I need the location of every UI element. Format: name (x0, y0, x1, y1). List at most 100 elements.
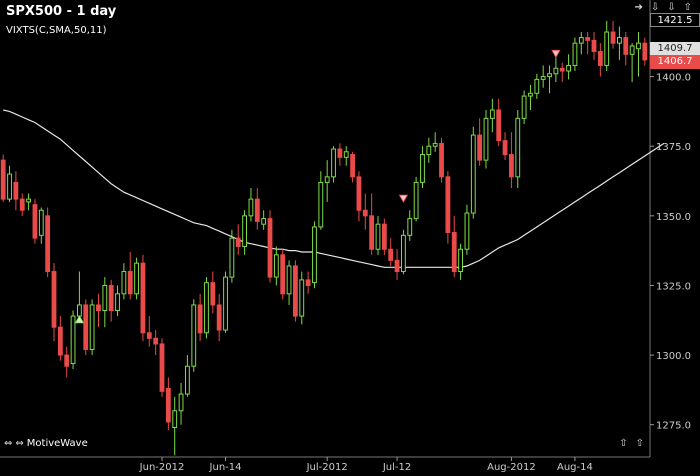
candle-body (521, 95, 527, 119)
price-chart[interactable]: 1275.0 1300.0 1325.0 1350.0 1375.0 1400.0 Jun-… (0, 0, 700, 476)
candle-body (146, 332, 152, 339)
candle-body (305, 279, 311, 286)
x-tick-label: Aug-14 (557, 462, 593, 473)
brand-label: MotiveWave (26, 438, 88, 449)
candle-body (515, 117, 521, 178)
candle-body (13, 181, 19, 200)
candle-body (108, 284, 114, 312)
y-tick-label: 1325.0 (656, 281, 691, 292)
y-tick-label: 1300.0 (656, 351, 691, 362)
candle-body (369, 215, 375, 250)
candle-body (197, 304, 203, 334)
candle-body (362, 209, 368, 217)
candle-body (578, 37, 584, 44)
candle-body (140, 262, 146, 334)
candle-body (458, 248, 463, 273)
candle-body (165, 387, 171, 423)
x-tick-label: Jul-12 (382, 462, 411, 473)
candle-body (394, 259, 400, 273)
candle-body (483, 117, 489, 161)
candle-body (210, 282, 216, 306)
candle-body (540, 76, 546, 80)
candle-body (432, 142, 438, 147)
candle-body (267, 218, 273, 278)
bottom-nav: ⇧ ⇧ (619, 438, 644, 449)
candle-body (489, 109, 495, 119)
candle-body (426, 145, 432, 156)
buy-signal-marker (74, 315, 85, 324)
candle-body (413, 181, 419, 220)
candle-body (629, 45, 635, 55)
candle-body (83, 304, 89, 351)
high-price-tag: 1421.5 (650, 13, 700, 27)
candle-body (280, 254, 286, 295)
candle-body (604, 31, 610, 66)
candle-body (242, 215, 247, 247)
scroll-down-alt-icon[interactable]: ⇩ (667, 2, 675, 13)
y-tick-label: 1275.0 (656, 421, 691, 432)
sma-line (3, 109, 665, 268)
candle-body (273, 254, 279, 278)
candle-body (585, 37, 591, 41)
candle-body (559, 67, 565, 72)
candle-body (451, 232, 457, 273)
candle-body (356, 176, 362, 211)
brand-bar: ⇔ ⇔ MotiveWave (4, 438, 88, 449)
x-tick-label: Jun-2012 (139, 462, 185, 473)
candle-body (121, 271, 127, 295)
candle-body (89, 304, 95, 351)
y-tick-label: 1350.0 (656, 212, 691, 223)
double-arrow-right-icon[interactable]: ⇔ (15, 438, 23, 449)
candle-body (159, 343, 165, 392)
candle-body (312, 226, 317, 284)
candle-body (509, 154, 514, 178)
candle-body (77, 304, 82, 317)
candle-body (235, 237, 241, 247)
mid-price-tag: 1409.7 (650, 42, 700, 56)
scroll-up-icon[interactable]: ⇧ (684, 2, 692, 13)
candle-body (331, 148, 336, 178)
candle-body (617, 37, 622, 44)
candle-body (299, 279, 305, 317)
candle-body (191, 304, 197, 367)
candle-body (401, 234, 406, 273)
candle-body (172, 410, 178, 428)
candle-body (178, 393, 184, 412)
candle-body (223, 276, 228, 331)
candle-body (324, 176, 330, 183)
candle-body (45, 215, 51, 273)
double-arrow-left-icon[interactable]: ⇔ (4, 438, 12, 449)
candle-body (204, 282, 209, 334)
y-tick-label: 1400.0 (656, 73, 691, 84)
candle-body (464, 212, 470, 250)
chart-title: SPX500 - 1 day (6, 4, 117, 19)
scroll-right-icon[interactable]: ➔ (634, 2, 642, 13)
candle-body (623, 37, 629, 55)
candle-body (420, 154, 425, 183)
candle-body (248, 198, 254, 217)
indicator-label: VIXTS(C,SMA,50,11) (6, 25, 107, 36)
candle-body (254, 198, 260, 222)
candle-body (38, 209, 44, 236)
candle-body (115, 293, 120, 312)
candle-body (591, 39, 597, 53)
scroll-down-icon[interactable]: ⇩ (651, 2, 659, 13)
candle-body (216, 304, 222, 331)
candle-body (127, 271, 133, 295)
candle-body (57, 326, 63, 356)
arrow-up-alt-icon[interactable]: ⇧ (636, 438, 644, 449)
candle-body (7, 173, 12, 200)
candle-body (286, 265, 292, 295)
x-tick-label: Jun-14 (209, 462, 242, 473)
candle-body (337, 148, 343, 158)
arrow-up-icon[interactable]: ⇧ (619, 438, 627, 449)
candle-body (388, 248, 394, 261)
candle-body (318, 181, 324, 228)
candle-body (496, 109, 502, 142)
candle-body (439, 142, 444, 178)
candle-body (229, 237, 235, 278)
candle-body (534, 78, 540, 94)
candle-body (381, 223, 387, 250)
candle-body (343, 151, 349, 158)
candle-body (636, 42, 641, 50)
